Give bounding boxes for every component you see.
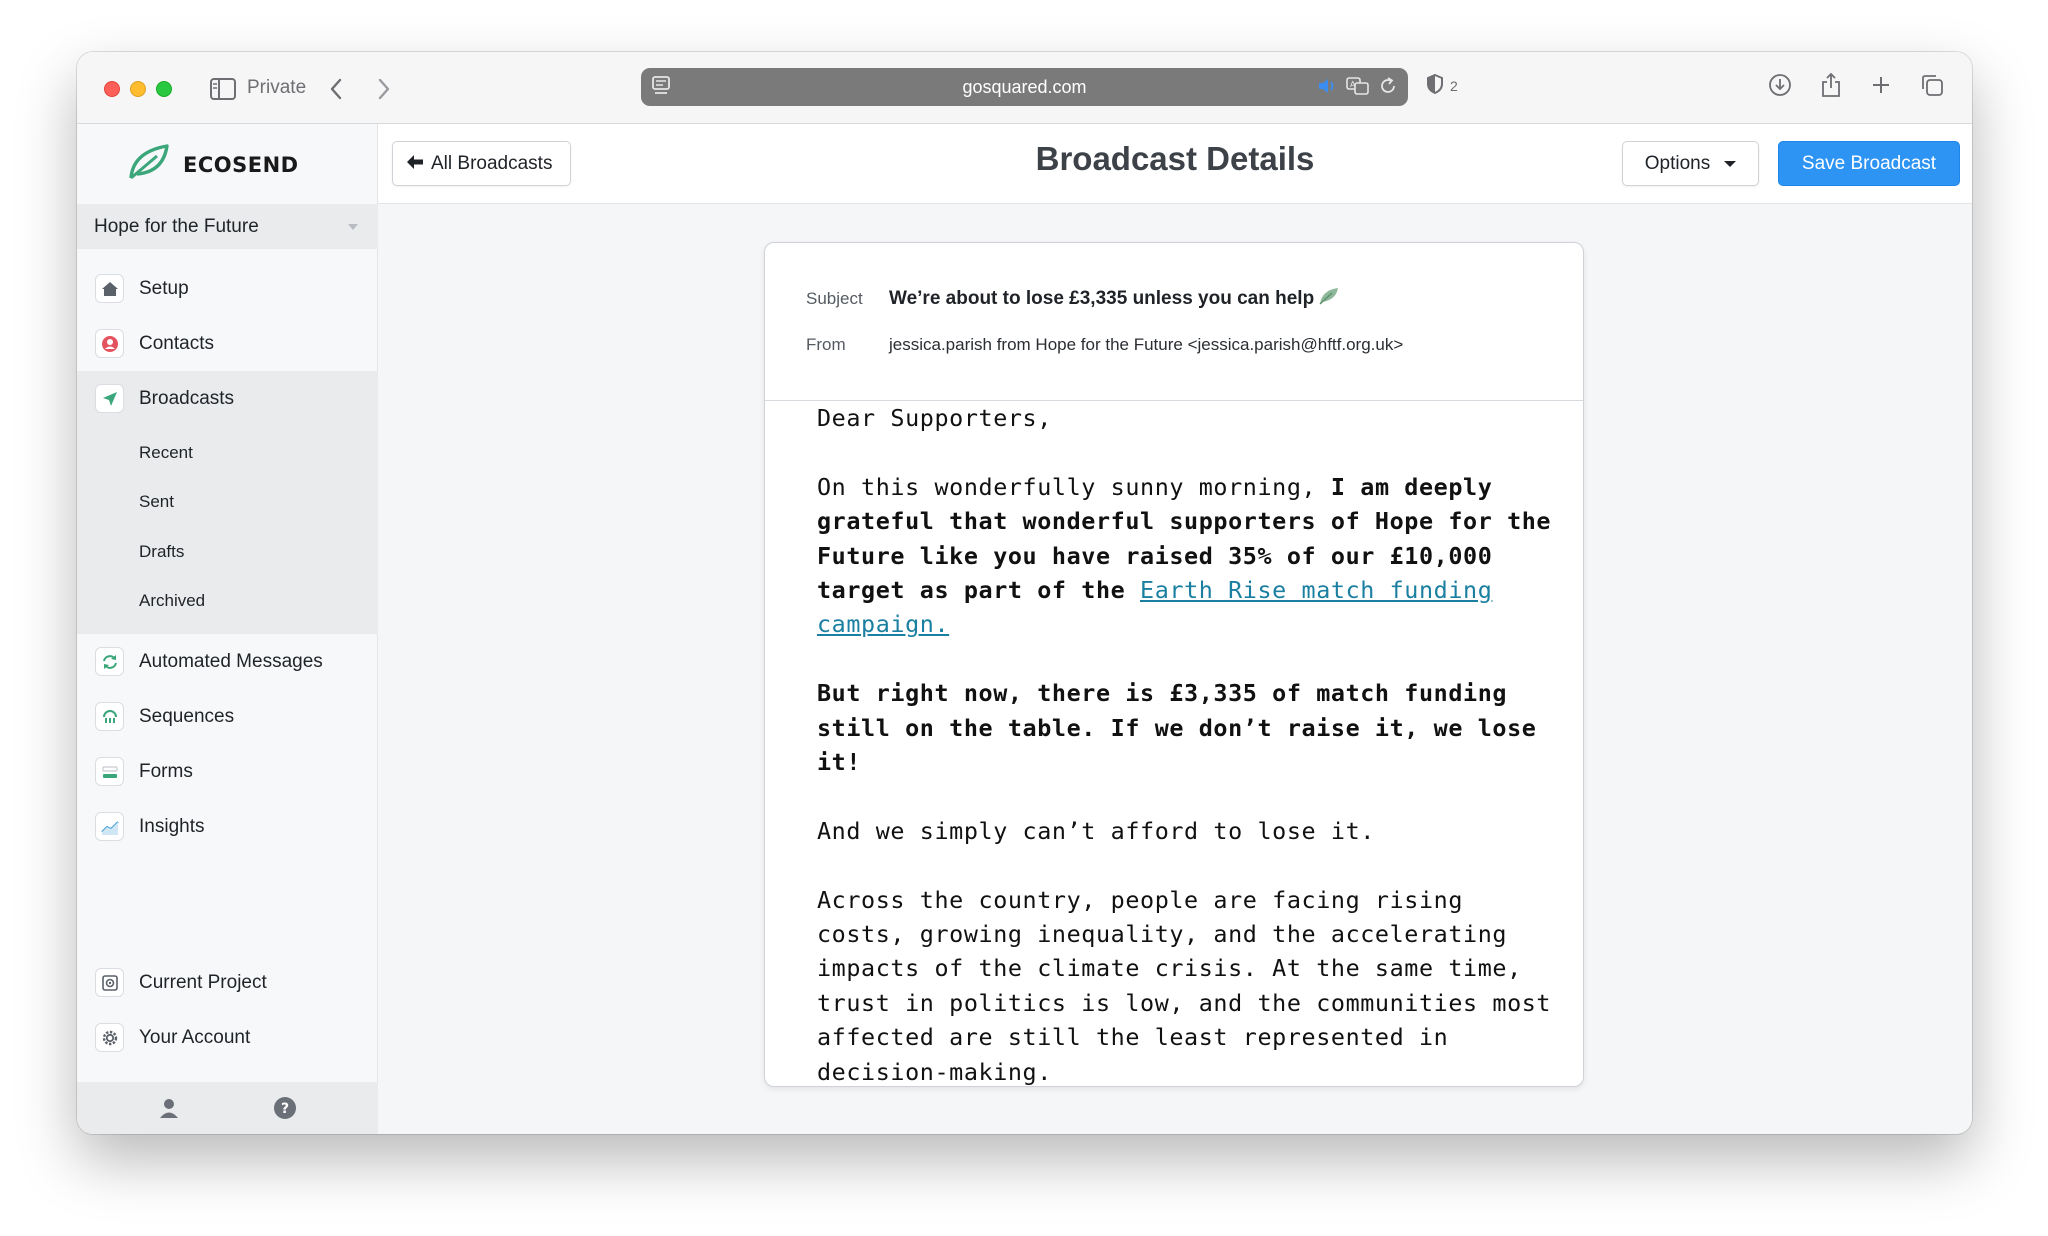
sidebar-item-contacts[interactable]: Contacts — [77, 316, 378, 371]
tab-overview-icon[interactable] — [1920, 73, 1944, 102]
sidebar-item-broadcasts[interactable]: Broadcasts — [77, 371, 378, 426]
page-toolbar: All Broadcasts Broadcast Details Options… — [378, 124, 1972, 204]
browser-window: Private gosquared.com A 2 ECOSEND Hope f… — [77, 52, 1972, 1134]
email-paragraph-3: And we simply can’t afford to lose it. — [817, 816, 1375, 845]
translate-icon[interactable]: A — [1346, 75, 1370, 102]
gear-icon — [95, 1023, 124, 1052]
sidebar-item-label: Sequences — [139, 705, 235, 727]
share-icon[interactable] — [1820, 72, 1842, 103]
leaf-emoji-icon — [1318, 286, 1340, 312]
chevron-down-icon — [348, 224, 358, 230]
refresh-icon — [95, 647, 124, 676]
sidebar-item-sequences[interactable]: Sequences — [77, 689, 378, 744]
url-text: gosquared.com — [962, 77, 1087, 97]
email-preview: Subject We’re about to lose £3,335 unles… — [764, 242, 1584, 1087]
sidebar-footer: ? — [77, 1082, 378, 1134]
sidebar-subitem-drafts[interactable]: Drafts — [77, 527, 378, 577]
project-name: Hope for the Future — [94, 215, 259, 237]
paper-plane-icon — [95, 384, 124, 413]
email-header: Subject We’re about to lose £3,335 unles… — [765, 243, 1583, 401]
sidebar-item-label: Setup — [139, 277, 189, 299]
home-icon — [95, 274, 124, 303]
sidebar-bottom-nav: Current Project Your Account — [77, 955, 378, 1065]
sidebar-subitem-archived[interactable]: Archived — [77, 577, 378, 627]
sidebar-nav: Setup Contacts Broadcasts Recent Sent Dr… — [77, 261, 378, 854]
brand-logo[interactable]: ECOSEND — [127, 142, 299, 187]
from-row: From jessica.parish from Hope for the Fu… — [806, 335, 1403, 355]
sidebar-item-automated-messages[interactable]: Automated Messages — [77, 634, 378, 689]
sidebar-item-label: Forms — [139, 760, 193, 782]
private-mode-label: Private — [247, 77, 307, 98]
sidebar-item-label: Your Account — [139, 1026, 251, 1048]
user-icon[interactable] — [157, 1096, 181, 1125]
contacts-icon — [95, 329, 124, 358]
help-icon[interactable]: ? — [273, 1096, 297, 1125]
sidebar-subitem-sent[interactable]: Sent — [77, 478, 378, 528]
email-paragraph-1-text: On this wonderfully sunny morning, — [817, 472, 1331, 501]
sidebar-item-forms[interactable]: Forms — [77, 744, 378, 799]
project-icon — [95, 968, 124, 997]
sidebar-item-label: Automated Messages — [139, 650, 323, 672]
options-label: Options — [1644, 152, 1711, 174]
reload-icon[interactable] — [1378, 75, 1398, 102]
email-paragraph-1: On this wonderfully sunny morning, I am … — [817, 470, 1557, 642]
form-icon — [95, 757, 124, 786]
download-icon[interactable] — [1768, 73, 1792, 102]
svg-text:A: A — [1350, 80, 1356, 89]
svg-text:?: ? — [281, 1101, 289, 1117]
forward-arrow-icon[interactable] — [377, 74, 399, 104]
brand-name: ECOSEND — [183, 152, 299, 177]
subject-text: We’re about to lose £3,335 unless you ca… — [889, 288, 1315, 309]
project-selector[interactable]: Hope for the Future — [77, 204, 378, 249]
broadcast-submenu: Recent Sent Drafts Archived — [77, 426, 378, 634]
new-tab-icon[interactable] — [1870, 74, 1892, 101]
sidebar-toggle-icon[interactable] — [210, 74, 236, 104]
close-window-button[interactable] — [104, 81, 120, 97]
email-greeting: Dear Supporters, — [817, 404, 1052, 432]
sidebar-item-label: Insights — [139, 815, 205, 837]
minimize-window-button[interactable] — [130, 81, 146, 97]
sidebar-item-label: Current Project — [139, 971, 267, 993]
maximize-window-button[interactable] — [156, 81, 172, 97]
sidebar-item-label: Broadcasts — [139, 387, 235, 409]
main-content: All Broadcasts Broadcast Details Options… — [378, 124, 1972, 1134]
sidebar-item-current-project[interactable]: Current Project — [77, 955, 378, 1010]
email-body: Dear Supporters, On this wonderfully sun… — [817, 401, 1557, 1086]
sidebar-subitem-recent[interactable]: Recent — [77, 428, 378, 478]
caret-down-icon — [1724, 160, 1737, 167]
leaf-logo-icon — [127, 142, 171, 187]
save-broadcast-button[interactable]: Save Broadcast — [1778, 141, 1960, 186]
app-sidebar: ECOSEND Hope for the Future Setup Contac… — [77, 124, 378, 1134]
sidebar-item-label: Contacts — [139, 332, 214, 354]
email-paragraph-4: Across the country, people are facing ri… — [817, 885, 1552, 1086]
privacy-report[interactable]: 2 — [1426, 73, 1458, 98]
browser-toolbar: Private gosquared.com A 2 — [77, 52, 1972, 124]
sequence-icon — [95, 702, 124, 731]
from-label: From — [806, 335, 846, 354]
email-paragraph-2: But right now, there is £3,335 of match … — [817, 679, 1537, 777]
options-button[interactable]: Options — [1622, 141, 1759, 186]
back-arrow-icon[interactable] — [329, 74, 351, 104]
sidebar-item-setup[interactable]: Setup — [77, 261, 378, 316]
sidebar-item-your-account[interactable]: Your Account — [77, 1010, 378, 1065]
subject-label: Subject — [806, 289, 863, 308]
tracker-count: 2 — [1450, 77, 1458, 94]
subject-row: Subject We’re about to lose £3,335 unles… — [806, 286, 1340, 312]
shield-icon — [1426, 73, 1444, 98]
sidebar-item-insights[interactable]: Insights — [77, 799, 378, 854]
chart-icon — [95, 812, 124, 841]
from-address: jessica.parish from Hope for the Future … — [889, 335, 1404, 354]
address-bar[interactable]: gosquared.com A — [641, 68, 1408, 106]
audio-playing-icon[interactable] — [1316, 75, 1338, 102]
subject-line: We’re about to lose £3,335 unless you ca… — [889, 286, 1340, 312]
